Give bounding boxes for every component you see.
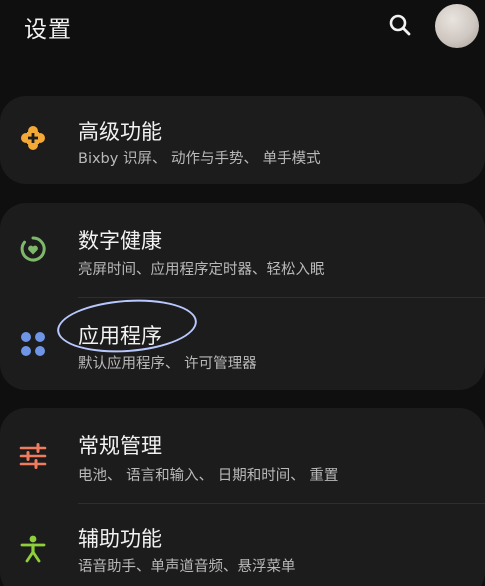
- item-title: 常规管理: [78, 434, 162, 458]
- item-title: 辅助功能: [78, 527, 162, 551]
- item-title: 应用程序: [78, 324, 162, 348]
- settings-item-apps[interactable]: 应用程序 默认应用程序、 许可管理器: [0, 298, 485, 388]
- sliders-icon: [18, 441, 48, 471]
- item-subtitle: 语音助手、单声道音频、悬浮菜单: [78, 559, 296, 575]
- settings-item-general-management[interactable]: 常规管理 电池、 语言和输入、 日期和时间、 重置: [0, 412, 485, 502]
- puzzle-plus-icon: [18, 123, 48, 153]
- page-title: 设置: [24, 17, 72, 43]
- item-title: 数字健康: [78, 229, 162, 253]
- item-subtitle: 电池、 语言和输入、 日期和时间、 重置: [78, 468, 339, 484]
- divider: [78, 503, 485, 504]
- avatar[interactable]: [435, 4, 479, 48]
- search-button[interactable]: [386, 11, 414, 39]
- item-subtitle: 亮屏时间、应用程序定时器、轻松入眠: [78, 262, 325, 278]
- settings-item-accessibility[interactable]: 辅助功能 语音助手、单声道音频、悬浮菜单: [0, 505, 485, 586]
- accessibility-person-icon: [18, 534, 48, 564]
- settings-item-advanced-features[interactable]: 高级功能 Bixby 识屏、 动作与手势、 单手模式: [0, 95, 485, 185]
- top-bar: 设置: [0, 0, 485, 56]
- search-icon: [389, 14, 411, 36]
- apps-grid-icon: [18, 329, 48, 359]
- digital-wellbeing-icon: [18, 234, 48, 264]
- item-subtitle: 默认应用程序、 许可管理器: [78, 356, 257, 372]
- settings-screen: 设置 高级功能 Bixby 识屏、 动作与手势、 单手模式 数字健康 亮屏时间、…: [0, 0, 485, 586]
- item-subtitle: Bixby 识屏、 动作与手势、 单手模式: [78, 151, 321, 167]
- item-title: 高级功能: [78, 120, 162, 144]
- settings-item-digital-wellbeing[interactable]: 数字健康 亮屏时间、应用程序定时器、轻松入眠: [0, 205, 485, 295]
